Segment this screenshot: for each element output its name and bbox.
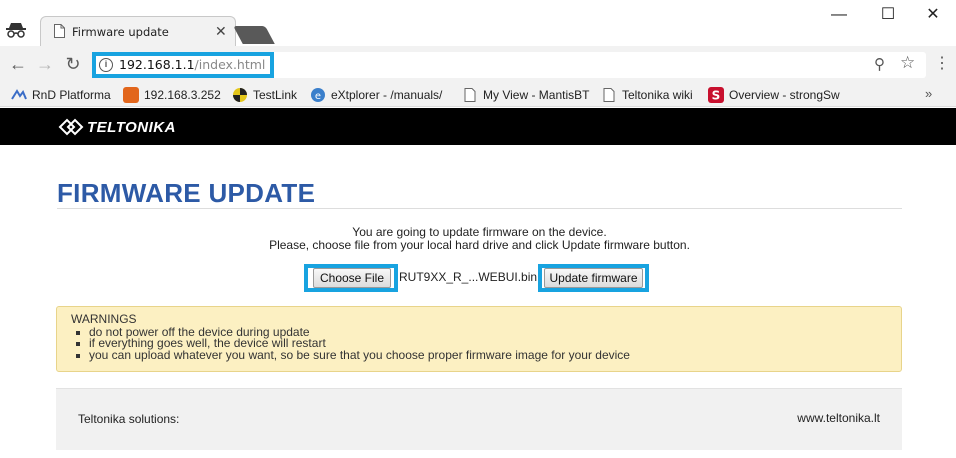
bookmark-rnd-platforma[interactable]: RnD Platforma — [11, 87, 111, 103]
bookmarks-bar: RnD Platforma 192.168.3.252 TestLink e e… — [0, 83, 956, 107]
testlink-bookmark-icon — [233, 88, 247, 102]
back-arrow-icon[interactable]: ← — [7, 53, 29, 75]
close-tab-icon[interactable]: ✕ — [215, 22, 227, 40]
intro-line-2: Please, choose file from your local hard… — [269, 237, 690, 252]
browser-tab-firmware-update[interactable]: Firmware update ✕ — [40, 16, 236, 46]
more-bookmarks-icon[interactable]: » — [925, 86, 932, 101]
footer-website-link[interactable]: www.teltonika.lt — [797, 411, 880, 425]
incognito-icon — [6, 23, 26, 38]
teltonika-logo[interactable]: TELTONIKA — [58, 118, 176, 136]
browser-toolbar: ← → ↻ i 192.168.1.1/index.html ⚲ ☆ ⋮ — [0, 46, 956, 83]
bookmark-strongswan[interactable]: S Overview - strongSw — [708, 87, 840, 103]
reload-icon[interactable]: ↻ — [62, 53, 84, 75]
page-icon — [54, 24, 65, 38]
browser-tab-strip: Firmware update ✕ — ☐ ✕ — [0, 0, 956, 46]
choose-file-button[interactable]: Choose File — [313, 268, 391, 288]
warning-item: you can upload whatever you want, so be … — [75, 349, 887, 362]
minimize-button[interactable]: — — [824, 6, 854, 24]
bookmark-star-icon[interactable]: ☆ — [900, 53, 915, 73]
strongswan-bookmark-icon: S — [708, 87, 724, 103]
logo-text: TELTONIKA — [87, 118, 176, 136]
new-tab-button[interactable] — [233, 26, 275, 44]
warnings-list: do not power off the device during updat… — [71, 326, 887, 362]
browser-menu-icon[interactable]: ⋮ — [934, 55, 950, 73]
forward-arrow-icon[interactable]: → — [34, 53, 56, 75]
footer-solutions-label: Teltonika solutions: — [78, 412, 180, 426]
page-bookmark-icon — [464, 88, 476, 102]
page-bookmark-icon — [603, 88, 615, 102]
svg-text:S: S — [712, 89, 721, 103]
zoom-icon[interactable]: ⚲ — [874, 55, 885, 73]
update-firmware-button[interactable]: Update firmware — [544, 268, 643, 288]
firmware-upload-form: Choose File RUT9XX_R_...WEBUI.bin Update… — [304, 264, 649, 292]
maximize-button[interactable]: ☐ — [873, 6, 903, 24]
url-highlight-box — [92, 52, 274, 78]
selected-file-name: RUT9XX_R_...WEBUI.bin — [399, 270, 538, 284]
warnings-box: WARNINGS do not power off the device dur… — [56, 306, 902, 372]
page-title: FIRMWARE UPDATE — [57, 178, 316, 208]
update-instructions: You are going to update firmware on the … — [57, 226, 902, 251]
title-divider — [57, 208, 902, 209]
router-bookmark-icon — [123, 87, 139, 103]
rnd-bookmark-icon — [11, 89, 27, 100]
address-bar[interactable]: i 192.168.1.1/index.html ⚲ ☆ — [92, 52, 926, 78]
extplorer-bookmark-icon: e — [311, 88, 325, 102]
intro-line-1: You are going to update firmware on the … — [352, 225, 607, 239]
close-window-button[interactable]: ✕ — [918, 6, 948, 24]
bookmark-extplorer[interactable]: e eXtplorer - /manuals/ — [310, 87, 442, 103]
teltonika-logo-mark-icon — [58, 118, 84, 136]
bookmark-192-168-3-252[interactable]: 192.168.3.252 — [123, 87, 221, 103]
bookmark-mantisbt[interactable]: My View - MantisBT — [462, 87, 589, 103]
bookmark-teltonika-wiki[interactable]: Teltonika wiki — [601, 87, 693, 103]
svg-text:e: e — [315, 91, 321, 102]
site-header: TELTONIKA — [0, 108, 956, 145]
tab-title: Firmware update — [72, 25, 169, 39]
page-footer: Teltonika solutions: www.teltonika.lt — [56, 388, 902, 450]
bookmark-testlink[interactable]: TestLink — [232, 87, 297, 103]
warnings-title: WARNINGS — [71, 312, 137, 326]
